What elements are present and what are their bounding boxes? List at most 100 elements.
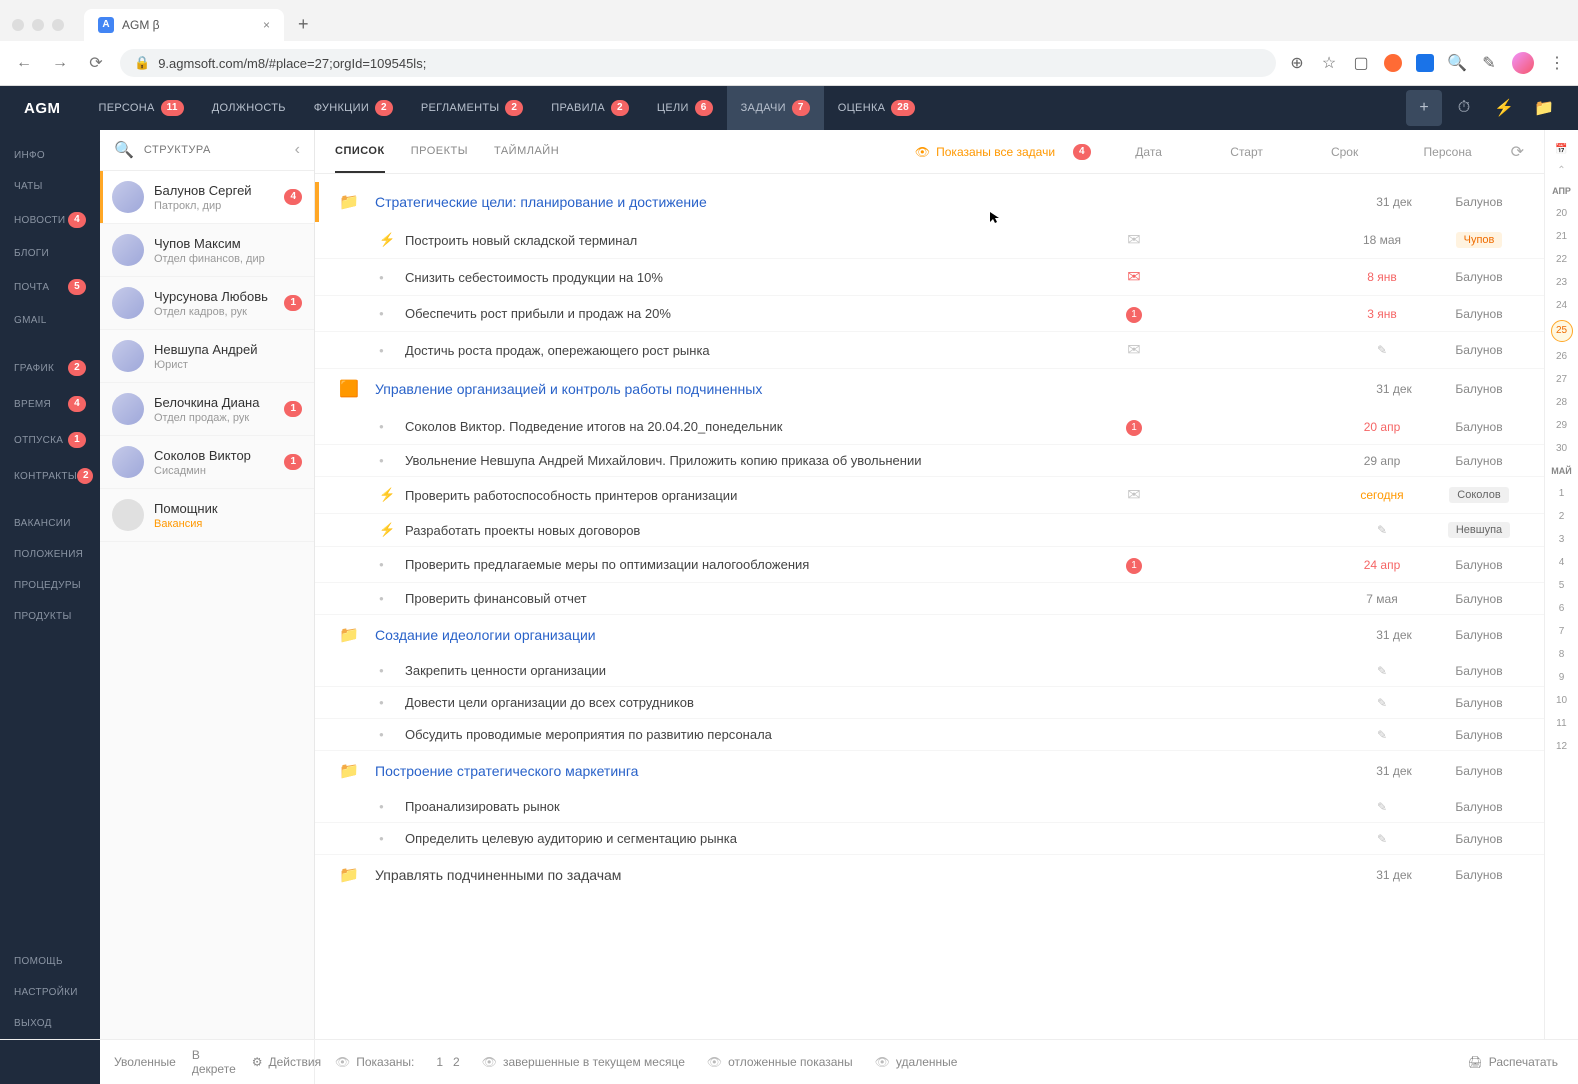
cal-day[interactable]: 21: [1545, 225, 1578, 248]
person-row[interactable]: ПомощникВакансия: [100, 489, 314, 542]
filter-completed[interactable]: завершенные в текущем месяце: [503, 1055, 685, 1069]
task-group-header[interactable]: 📁Создание идеологии организации31 декБал…: [315, 615, 1544, 655]
person-row[interactable]: Чупов МаксимОтдел финансов, дир: [100, 224, 314, 277]
cal-day[interactable]: 7: [1545, 620, 1578, 643]
profile-avatar[interactable]: [1512, 52, 1534, 74]
cal-day[interactable]: 30: [1545, 437, 1578, 460]
task-group-header[interactable]: 🟧Управление организацией и контроль рабо…: [315, 369, 1544, 409]
ext-star-icon[interactable]: ☆: [1320, 54, 1338, 72]
page-number[interactable]: 1: [436, 1055, 443, 1069]
edit-icon[interactable]: ✎: [1377, 343, 1387, 357]
rail-item[interactable]: ЧАТЫ: [0, 171, 100, 202]
person-row[interactable]: Балунов СергейПатрокл, дир4: [100, 171, 314, 224]
cal-day[interactable]: 4: [1545, 551, 1578, 574]
nav-item-персона[interactable]: ПЕРСОНА11: [85, 86, 198, 130]
cal-day[interactable]: 9: [1545, 666, 1578, 689]
rail-item[interactable]: ПРОЦЕДУРЫ: [0, 570, 100, 601]
edit-icon[interactable]: ✎: [1377, 728, 1387, 742]
main-tab[interactable]: ТАЙМЛАЙН: [494, 131, 559, 173]
task-row[interactable]: ⚡Построить новый складской терминал✉18 м…: [315, 222, 1544, 259]
task-row[interactable]: ●Проанализировать рынок✎Балунов: [315, 791, 1544, 823]
rail-item[interactable]: ВРЕМЯ4: [0, 386, 100, 422]
search-icon[interactable]: 🔍: [114, 140, 134, 160]
nav-item-правила[interactable]: ПРАВИЛА2: [537, 86, 643, 130]
nav-item-задачи[interactable]: ЗАДАЧИ7: [727, 86, 824, 130]
edit-icon[interactable]: ✎: [1377, 800, 1387, 814]
cal-day[interactable]: 11: [1545, 712, 1578, 735]
rail-item[interactable]: КОНТРАКТЫ2: [0, 458, 100, 494]
cal-day[interactable]: 29: [1545, 414, 1578, 437]
nav-item-регламенты[interactable]: РЕГЛАМЕНТЫ2: [407, 86, 537, 130]
task-row[interactable]: ●Закрепить ценности организации✎Балунов: [315, 655, 1544, 687]
cal-day[interactable]: 28: [1545, 391, 1578, 414]
new-tab-button[interactable]: +: [288, 8, 319, 41]
person-row[interactable]: Невшупа АндрейЮрист: [100, 330, 314, 383]
cal-day[interactable]: 23: [1545, 271, 1578, 294]
nav-item-цели[interactable]: ЦЕЛИ6: [643, 86, 727, 130]
cal-day[interactable]: 1: [1545, 482, 1578, 505]
task-row[interactable]: ⚡Разработать проекты новых договоров✎Нев…: [315, 514, 1544, 547]
timer-icon[interactable]: ⏱: [1446, 90, 1482, 126]
rail-item[interactable]: ГРАФИК2: [0, 350, 100, 386]
nav-item-должность[interactable]: ДОЛЖНОСТЬ: [198, 86, 300, 130]
person-row[interactable]: Белочкина ДианаОтдел продаж, рук1: [100, 383, 314, 436]
task-row[interactable]: ●Снизить себестоимость продукции на 10%✉…: [315, 259, 1544, 296]
ext-frame-icon[interactable]: ▢: [1352, 54, 1370, 72]
task-row[interactable]: ●Проверить предлагаемые меры по оптимиза…: [315, 547, 1544, 583]
cal-day[interactable]: 2: [1545, 505, 1578, 528]
group-title[interactable]: Стратегические цели: планирование и дост…: [375, 194, 1182, 210]
traffic-min[interactable]: [32, 19, 44, 31]
edit-icon[interactable]: ✎: [1377, 832, 1387, 846]
main-tab[interactable]: СПИСОК: [335, 131, 385, 173]
cal-day[interactable]: 25: [1551, 320, 1573, 342]
cal-day[interactable]: 5: [1545, 574, 1578, 597]
edit-icon[interactable]: ✎: [1377, 696, 1387, 710]
group-title[interactable]: Создание идеологии организации: [375, 627, 1182, 643]
task-row[interactable]: ●Обсудить проводимые мероприятия по разв…: [315, 719, 1544, 751]
person-row[interactable]: Соколов ВикторСисадмин1: [100, 436, 314, 489]
print-button[interactable]: 🖨 Распечатать: [1468, 1055, 1558, 1069]
cal-day[interactable]: 26: [1545, 345, 1578, 368]
task-row[interactable]: ⚡Проверить работоспособность принтеров о…: [315, 477, 1544, 514]
actions-button[interactable]: ⚙ Действия: [252, 1055, 321, 1069]
ext-orange-icon[interactable]: [1384, 54, 1402, 72]
rail-item[interactable]: БЛОГИ: [0, 238, 100, 269]
task-row[interactable]: ●Увольнение Невшупа Андрей Михайлович. П…: [315, 445, 1544, 477]
refresh-icon[interactable]: ⟳: [1511, 142, 1524, 162]
rail-bottom-item[interactable]: ВЫХОД: [0, 1008, 100, 1039]
group-title[interactable]: Управлять подчиненными по задачам: [375, 867, 1182, 883]
cal-day[interactable]: 10: [1545, 689, 1578, 712]
calendar-icon[interactable]: 📅: [1555, 138, 1567, 161]
edit-icon[interactable]: ✎: [1377, 523, 1387, 537]
rail-item[interactable]: НОВОСТИ4: [0, 202, 100, 238]
cal-day[interactable]: 24: [1545, 294, 1578, 317]
task-row[interactable]: ●Довести цели организации до всех сотруд…: [315, 687, 1544, 719]
task-group-header[interactable]: 📁Стратегические цели: планирование и дос…: [315, 182, 1544, 222]
browser-tab[interactable]: A AGM β ×: [84, 9, 284, 41]
shown-all-label[interactable]: 👁 Показаны все задачи: [915, 145, 1055, 159]
cal-day[interactable]: 12: [1545, 735, 1578, 758]
cal-day[interactable]: 22: [1545, 248, 1578, 271]
cal-day[interactable]: 6: [1545, 597, 1578, 620]
nav-item-функции[interactable]: ФУНКЦИИ2: [300, 86, 407, 130]
rail-item[interactable]: GMAIL: [0, 305, 100, 336]
ext-blue-icon[interactable]: [1416, 54, 1434, 72]
menu-icon[interactable]: ⋮: [1548, 54, 1566, 72]
rail-item[interactable]: ОТПУСКА1: [0, 422, 100, 458]
task-group-header[interactable]: 📁Управлять подчиненными по задачам31 дек…: [315, 855, 1544, 895]
edit-icon[interactable]: ✎: [1377, 664, 1387, 678]
person-row[interactable]: Чурсунова ЛюбовьОтдел кадров, рук1: [100, 277, 314, 330]
traffic-close[interactable]: [12, 19, 24, 31]
rail-item[interactable]: ПРОДУКТЫ: [0, 601, 100, 632]
collapse-panel-icon[interactable]: ‹: [295, 141, 300, 159]
rail-item[interactable]: ВАКАНСИИ: [0, 508, 100, 539]
cal-day[interactable]: 3: [1545, 528, 1578, 551]
task-row[interactable]: ●Соколов Виктор. Подведение итогов на 20…: [315, 409, 1544, 445]
archive-icon[interactable]: 📁: [1526, 90, 1562, 126]
ext-add-icon[interactable]: ⊕: [1288, 54, 1306, 72]
group-title[interactable]: Управление организацией и контроль работ…: [375, 381, 1182, 397]
rail-item[interactable]: ПОЧТА5: [0, 269, 100, 305]
main-tab[interactable]: ПРОЕКТЫ: [411, 131, 468, 173]
rail-bottom-item[interactable]: ПОМОЩЬ: [0, 946, 100, 977]
traffic-max[interactable]: [52, 19, 64, 31]
